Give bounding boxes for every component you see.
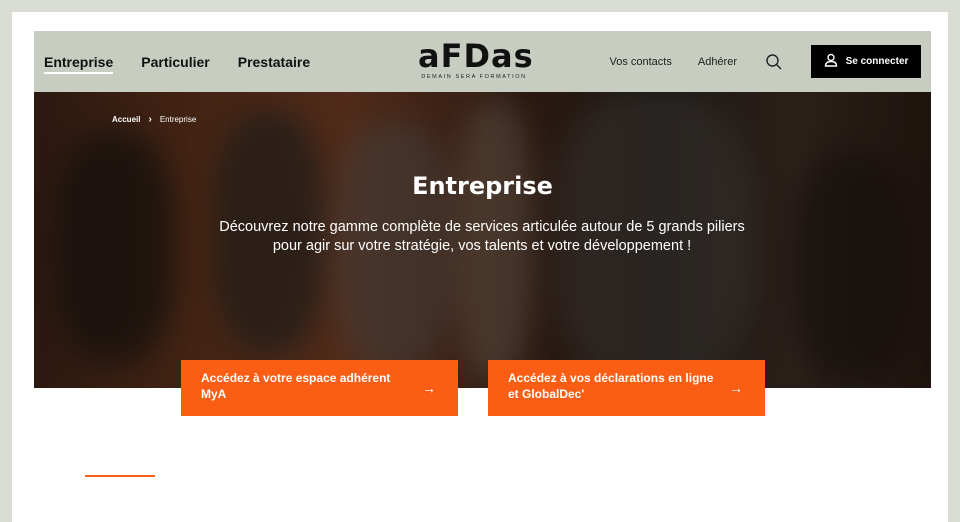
section-accent-line	[85, 475, 155, 477]
login-button[interactable]: Se connecter	[811, 45, 921, 78]
nav-entreprise[interactable]: Entreprise	[44, 54, 114, 74]
arrow-right-icon: →	[729, 380, 743, 396]
user-icon	[824, 53, 838, 70]
breadcrumb-home[interactable]: Accueil	[112, 115, 140, 124]
login-label: Se connecter	[845, 56, 909, 67]
globaldec-button[interactable]: Accédez à vos déclarations en ligne et G…	[488, 360, 765, 416]
nav-particulier[interactable]: Particulier	[141, 54, 209, 70]
hero-banner: Accueil › Entreprise Entreprise Découvre…	[34, 92, 931, 388]
search-icon[interactable]	[765, 53, 783, 71]
utility-nav: Vos contacts Adhérer Se connecter	[609, 31, 921, 92]
audience-nav: Entreprise Particulier Prestataire	[44, 31, 310, 92]
afdas-logo[interactable]: aFDas DEMAIN SERA FORMATION	[418, 37, 534, 80]
arrow-right-icon: →	[422, 380, 436, 396]
adherer-link[interactable]: Adhérer	[698, 56, 737, 68]
logo-tagline: DEMAIN SERA FORMATION	[421, 74, 527, 80]
logo-wordmark: aFDas	[418, 37, 534, 75]
site-header: Entreprise Particulier Prestataire aFDas…	[34, 31, 931, 92]
chevron-right-icon: ›	[148, 114, 152, 125]
myspace-label: Accédez à votre espace adhérent MyA	[201, 371, 391, 401]
breadcrumb: Accueil › Entreprise	[112, 114, 196, 125]
contacts-link[interactable]: Vos contacts	[609, 56, 671, 68]
myspace-button[interactable]: Accédez à votre espace adhérent MyA →	[181, 360, 458, 416]
globaldec-label: Accédez à vos déclarations en ligne et G…	[508, 371, 714, 401]
nav-prestataire[interactable]: Prestataire	[238, 54, 310, 70]
hero-description: Découvrez notre gamme complète de servic…	[219, 219, 745, 254]
page-title: Entreprise	[412, 172, 553, 200]
breadcrumb-current: Entreprise	[159, 115, 197, 124]
